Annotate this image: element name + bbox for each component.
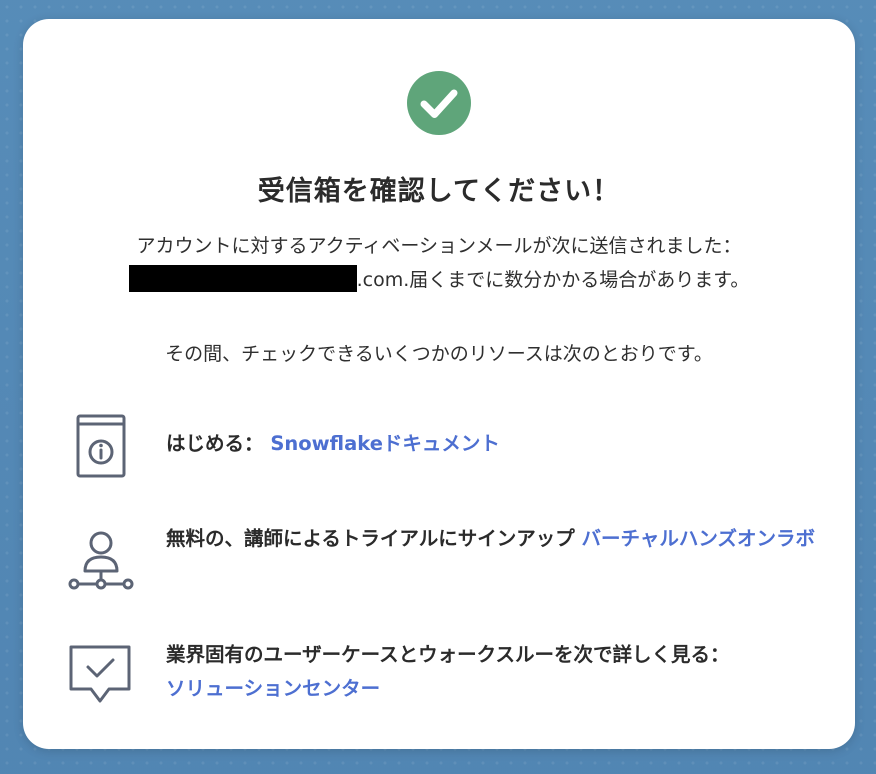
resource-text-solutions: 業界固有のユーザーケースとウォークスルーを次で詳しく見る： ソリューションセンター [166, 643, 730, 700]
docs-link[interactable]: Snowflakeドキュメント [270, 432, 500, 455]
solutions-link[interactable]: ソリューションセンター [166, 677, 380, 700]
confirmation-card: 受信箱を確認してください！ アカウントに対するアクティベーションメールが次に送信… [23, 19, 855, 749]
success-check-icon [407, 71, 471, 135]
delivery-note: .届くまでに数分かかる場合があります。 [403, 269, 750, 291]
chat-check-icon [69, 645, 131, 703]
redacted-email [128, 265, 357, 292]
resources-intro: その間、チェックできるいくつかのリソースは次のとおりです。 [165, 343, 713, 365]
page-title: 受信箱を確認してください！ [257, 176, 621, 207]
instructor-network-icon [68, 531, 134, 590]
info-book-icon [76, 414, 126, 478]
resource-text-labs: 無料の、講師によるトライアルにサインアップ バーチャルハンズオンラボ [166, 527, 815, 550]
labs-link[interactable]: バーチャルハンズオンラボ [582, 527, 815, 550]
activation-message: アカウントに対するアクティベーションメールが次に送信されました： [136, 235, 742, 257]
email-message: .com.届くまでに数分かかる場合があります。 [63, 265, 815, 292]
email-domain-suffix: .com [356, 269, 404, 291]
resource-text-docs: はじめる： Snowflakeドキュメント [166, 432, 500, 455]
